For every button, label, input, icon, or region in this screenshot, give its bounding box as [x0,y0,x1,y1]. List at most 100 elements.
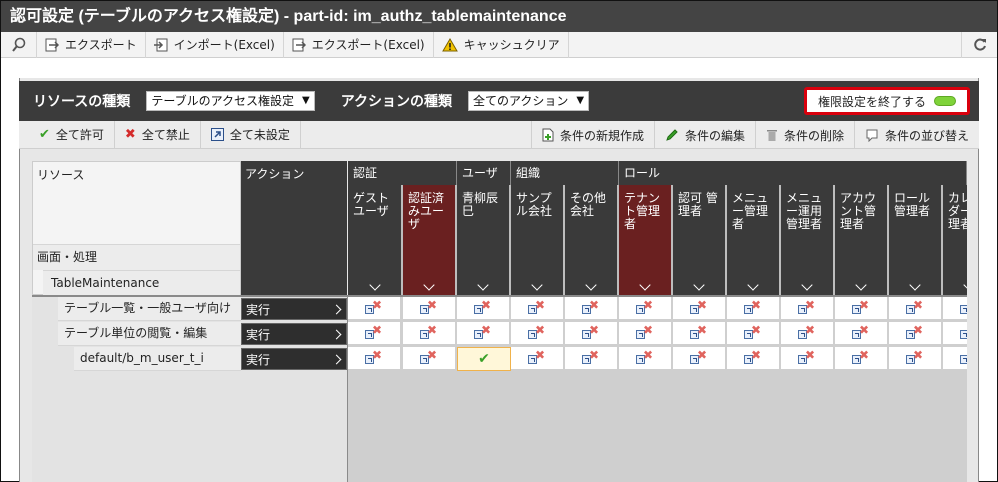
permission-cell[interactable]: ✖ [511,347,565,371]
column-header[interactable]: サンプル会社 [511,185,565,295]
allow-all-button[interactable]: ✔ 全て許可 [19,120,115,149]
resource-type-select[interactable]: テーブルのアクセス権設定 ▼ [146,91,315,111]
import-icon [153,38,168,51]
cache-clear-button[interactable]: キャッシュクリア [434,31,569,58]
unset-permission-icon: ✖ [363,298,385,316]
column-header-row: ゲストユーザ 認証済みユーザ 青柳辰巳 サンプル会社 その他会社 テナント管理者… [348,185,967,295]
export-excel-button[interactable]: エクスポート(Excel) [284,31,434,58]
column-header-label: 認証済みユーザ [408,191,445,231]
permission-cell[interactable]: ✖ [403,297,457,321]
check-icon: ✔ [39,127,50,142]
unset-permission-icon: ✖ [526,348,548,366]
permission-cell[interactable]: ✖ [835,297,889,321]
export-excel-icon [292,38,306,51]
column-header[interactable]: 青柳辰巳 [457,185,511,295]
permission-cell[interactable]: ✖ [348,347,402,371]
permission-cell[interactable]: ✖ [889,322,943,346]
permission-cell[interactable]: ✖ [727,297,781,321]
action-type-label: アクションの種類 [340,94,453,110]
export-excel-label: エクスポート(Excel) [311,38,425,52]
row-name: テーブル一覧・一般ユーザ向け [58,297,241,321]
permission-cell[interactable]: ✖ [619,322,673,346]
permission-cell[interactable]: ✔ [457,347,511,371]
resource-bar: リソースの種類 テーブルのアクセス権設定 ▼ アクションの種類 全てのアクション… [19,81,979,121]
permission-cell[interactable]: ✖ [619,347,673,371]
permission-cell[interactable]: ✖ [673,297,727,321]
column-header-label: 青柳辰巳 [462,191,499,218]
permission-cell[interactable]: ✖ [781,297,835,321]
sort-condition-button[interactable]: 条件の並び替え [853,121,979,149]
column-header-label: カレンダー管理者 [948,191,967,231]
row-action-button[interactable]: 実行 [241,298,347,320]
row-action-label: 実行 [246,328,271,342]
column-header[interactable]: カレンダー管理者 [943,185,967,295]
permission-cell[interactable]: ✖ [673,347,727,371]
unset-permission-icon: ✖ [526,323,548,341]
permission-cell[interactable]: ✖ [781,347,835,371]
unset-all-button[interactable]: 全て未設定 [201,120,301,149]
permission-cell[interactable]: ✖ [565,297,619,321]
permission-cell[interactable]: ✖ [727,347,781,371]
permission-cell[interactable]: ✖ [727,322,781,346]
permission-cell[interactable]: ✖ [781,322,835,346]
column-header[interactable]: テナント管理者 [619,185,673,295]
screen-process-header: 画面・処理 [33,244,240,270]
column-header-label: サンプル会社 [516,191,553,218]
permission-cell[interactable]: ✖ [348,297,402,321]
permission-cell[interactable]: ✖ [403,322,457,346]
permission-cell[interactable]: ✖ [943,322,967,346]
group-header-row: 認証 ユーザ 組織 ロール [348,161,967,185]
row-action-button[interactable]: 実行 [241,323,347,345]
unset-all-label: 全て未設定 [229,128,290,142]
column-header[interactable]: その他会社 [565,185,619,295]
permission-cell[interactable]: ✖ [511,322,565,346]
column-header[interactable]: ロール管理者 [889,185,943,295]
permission-cell[interactable]: ✖ [619,297,673,321]
row-action-button[interactable]: 実行 [241,348,347,370]
pencil-icon [666,129,678,141]
column-header[interactable]: アカウント管理者 [835,185,889,295]
import-excel-button[interactable]: インポート(Excel) [146,31,284,58]
permission-cell[interactable]: ✖ [403,347,457,371]
unset-permission-icon: ✖ [688,348,710,366]
deny-all-button[interactable]: ✖ 全て禁止 [115,120,201,149]
permission-cell[interactable]: ✖ [889,347,943,371]
edit-condition-button[interactable]: 条件の編集 [653,121,755,149]
search-icon [11,37,25,52]
status-led-icon [934,96,956,106]
permission-cell[interactable]: ✖ [835,347,889,371]
unset-permission-icon: ✖ [580,323,602,341]
permission-cell[interactable]: ✖ [511,297,565,321]
column-header[interactable]: メニュー運用管理者 [781,185,835,295]
column-header[interactable]: ゲストユーザ [348,185,403,295]
permission-cell[interactable]: ✖ [835,322,889,346]
chevron-down-icon [963,279,967,291]
permission-cell[interactable]: ✖ [565,347,619,371]
permission-cell[interactable]: ✖ [889,297,943,321]
permission-cell[interactable]: ✖ [565,322,619,346]
permission-cell[interactable]: ✖ [457,322,511,346]
permission-cell[interactable]: ✖ [943,297,967,321]
permission-cell[interactable]: ✖ [457,297,511,321]
unset-permission-icon: ✖ [796,323,818,341]
permission-cell[interactable]: ✖ [943,347,967,371]
refresh-button[interactable] [961,32,997,58]
unset-permission-icon: ✖ [904,348,926,366]
delete-condition-button[interactable]: 条件の削除 [754,121,854,149]
operations-bar: ✔ 全て許可 ✖ 全て禁止 全て未設定 条件の新規作成 条件の編集 条件の削除 … [19,120,979,149]
export-button[interactable]: エクスポート [37,31,146,58]
row-action-label: 実行 [246,353,271,367]
permission-cell[interactable]: ✖ [673,322,727,346]
column-header[interactable]: 認可 管理者 [673,185,727,295]
end-permission-setting-button[interactable]: 権限設定を終了する [804,87,970,115]
permission-cell[interactable]: ✖ [348,322,402,346]
action-type-select[interactable]: 全てのアクション ▼ [468,91,590,111]
sort-condition-label: 条件の並び替え [884,128,969,143]
column-header[interactable]: メニュー管理者 [727,185,781,295]
column-header[interactable]: 認証済みユーザ [403,185,457,295]
search-button[interactable] [1,31,37,58]
new-condition-button[interactable]: 条件の新規作成 [530,121,654,149]
chevron-down-icon [909,279,921,291]
cross-icon: ✖ [124,127,136,142]
chevron-down-icon [801,279,813,291]
